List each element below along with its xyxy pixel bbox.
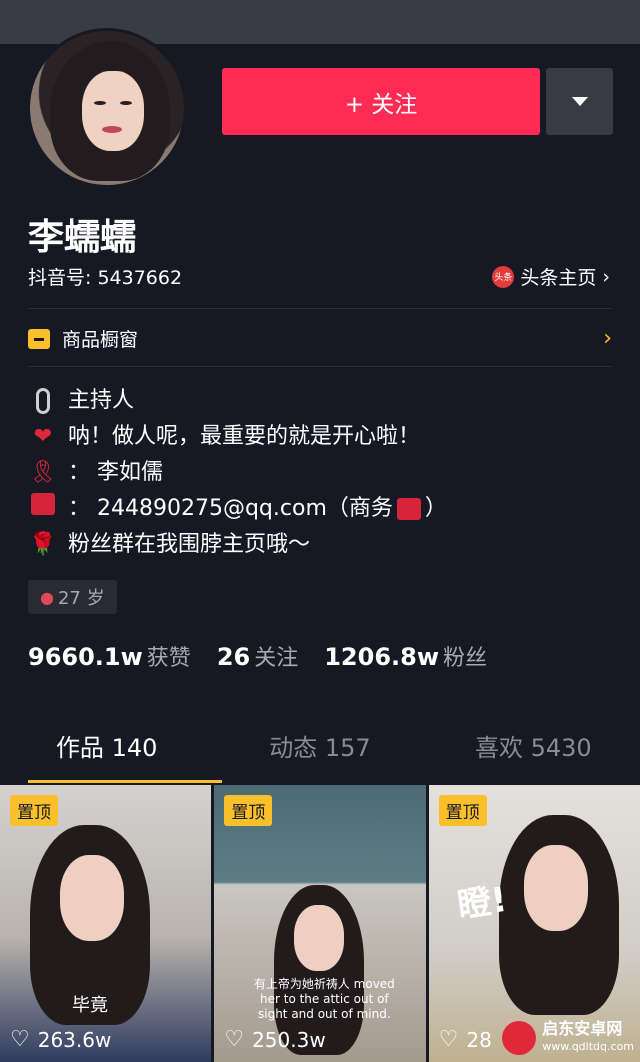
divider [28,308,612,309]
tab-works[interactable]: 作品 140 [0,728,213,778]
likes-count: 28 [466,1027,492,1052]
tab-likes[interactable]: 喜欢 5430 [427,728,640,778]
female-icon: ● [40,587,54,607]
video-thumbnail[interactable]: 置顶 毕竟 ♡ 263.6w [0,785,212,1062]
stat-number: 1206.8w [324,643,440,671]
shop-icon [28,328,50,349]
stat-number: 26 [216,643,251,671]
bio-text: 主持人 [68,388,135,413]
watermark-url: www.qdltdq.com [542,1040,634,1053]
bio-text: ） [424,496,447,521]
thumbnail-face [60,855,124,941]
bio-line: 🌹 粉丝群在我围脖主页哦～ [28,527,447,563]
active-tab-indicator [28,780,222,783]
content-tabs: 作品 140 动态 157 喜欢 5430 [0,728,640,778]
divider [28,366,612,367]
follow-label: + 关注 [344,91,418,118]
video-thumbnail[interactable]: 置顶 有上帝为她祈祷人 moved her to the attic out o… [214,785,426,1062]
stat-label: 获赞 [146,646,191,671]
video-likes: ♡ 250.3w [224,1027,325,1052]
bio-text: 呐！做人呢，最重要的就是开心啦！ [68,424,421,449]
stat-label: 粉丝 [443,646,488,671]
avatar-eye [94,101,106,105]
more-dropdown-button[interactable] [546,68,613,135]
profile-name: 李蠕蠕 [28,217,137,258]
site-watermark: 启东安卓网 www.qdltdq.com [502,1020,634,1056]
chevron-down-icon [571,97,588,106]
video-caption: 毕竟 [72,995,108,1016]
stat-followers[interactable]: 1206.8w 粉丝 [324,640,487,672]
shop-label: 商品橱窗 [62,329,139,351]
follow-button[interactable]: + 关注 [222,68,540,135]
pinned-badge: 置顶 [224,795,273,826]
chevron-right-icon: › [602,265,610,288]
thumbnail-face [294,905,345,971]
avatar-face [82,71,144,151]
avatar-eye [120,101,132,105]
watermark-logo-icon [502,1021,537,1055]
rose-icon: 🌹 [29,532,57,557]
heart-icon: ❤ [33,424,53,449]
watermark-name: 启东安卓网 [542,1019,623,1038]
bio-line: ❤ 呐！做人呢，最重要的就是开心啦！ [28,419,447,455]
video-thumbnail[interactable]: 置顶 瞪! ♡ 28 启东安卓网 www.qdltdq.com [428,785,640,1062]
bio-line: 🎗 ： 李如儒 [28,455,447,491]
heart-outline-icon: ♡ [224,1027,245,1052]
bio-text: 粉丝群在我围脖主页哦～ [68,532,311,557]
heart-outline-icon: ♡ [10,1027,30,1052]
shop-window-link[interactable]: 商品橱窗 › [28,325,612,352]
avatar-lip [102,126,122,133]
ribbon-icon: 🎗 [29,460,57,485]
chevron-right-icon: › [603,326,612,351]
stat-likes: 9660.1w 获赞 [28,640,191,672]
pinned-badge: 置顶 [438,795,487,826]
stat-following[interactable]: 26 关注 [217,640,298,672]
stat-number: 9660.1w [28,643,143,671]
video-grid: 置顶 毕竟 ♡ 263.6w 置顶 有上帝为她祈祷人 moved her to … [0,785,640,1062]
video-subtitle: 有上帝为她祈祷人 moved her to the attic out of s… [253,977,395,1021]
avatar[interactable] [27,28,187,188]
bio: 主持人 ❤ 呐！做人呢，最重要的就是开心啦！ 🎗 ： 李如儒 ： 2448902… [28,383,447,563]
likes-count: 250.3w [252,1027,326,1052]
mailbox-icon [28,491,58,527]
tab-dynamics[interactable]: 动态 157 [213,728,426,778]
toutiao-label: 头条主页 [520,267,597,289]
likes-count: 263.6w [37,1027,112,1052]
video-overlay-text: 瞪! [454,879,510,927]
thumbnail-face [523,845,588,931]
stats-row: 9660.1w 获赞 26 关注 1206.8w 粉丝 [28,640,487,672]
stat-label: 关注 [254,646,299,671]
toutiao-logo-icon: 头条 [492,265,515,288]
heart-outline-icon: ♡ [438,1027,459,1052]
bio-text: ： 244890275@qq.com（商务 [68,496,393,521]
age-label: 27 岁 [57,588,105,609]
video-likes: ♡ 28 [439,1027,492,1052]
toutiao-homepage-link[interactable]: 头条 头条主页 › [492,263,610,290]
pinned-badge: 置顶 [10,795,58,826]
bio-line: ： 244890275@qq.com（商务 ） [28,491,447,527]
bio-text: ： 李如儒 [68,460,163,485]
douyin-id: 抖音号: 5437662 [28,267,183,289]
watermark-text: 启东安卓网 www.qdltdq.com [542,1020,634,1056]
video-likes: ♡ 263.6w [10,1027,111,1052]
mailbox-icon [396,498,421,520]
bio-line: 主持人 [28,383,447,419]
microphone-icon [36,388,50,414]
age-badge: ● 27 岁 [28,580,117,614]
